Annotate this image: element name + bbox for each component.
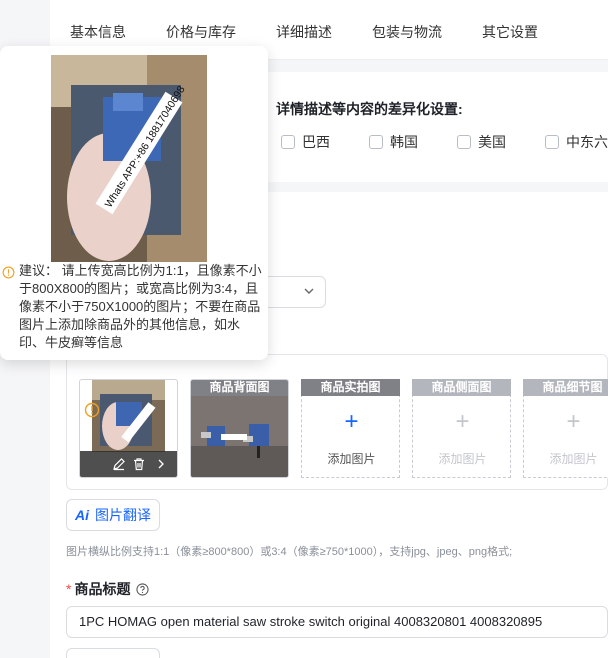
ai-icon: Ai: [75, 507, 89, 523]
tab-basic-info[interactable]: 基本信息: [70, 22, 126, 42]
back-image-thumbnail: [191, 396, 288, 477]
image-format-hint: 图片横纵比例支持1:1（像素≥800*800）或3:4（像素≥750*1000）…: [66, 546, 513, 558]
image-translate-button[interactable]: Ai 图片翻译: [66, 499, 160, 531]
back-image-slot[interactable]: 商品背面图: [190, 379, 289, 478]
differentiation-title: 详情描述等内容的差异化设置:: [276, 101, 463, 117]
preview-image: Whats APP:+86 18817040698: [51, 55, 207, 262]
add-image-label: 添加图片: [327, 452, 376, 466]
tab-other-settings[interactable]: 其它设置: [482, 22, 538, 42]
slot-title: 商品细节图: [523, 379, 608, 396]
region-label: 中东六: [566, 134, 608, 150]
image-preview-popover: Whats APP:+86 18817040698 建议： 请上传宽高比例为1:…: [0, 46, 268, 360]
region-label: 美国: [478, 134, 506, 150]
slot-title: 商品实拍图: [301, 379, 400, 396]
chevron-down-icon: [304, 288, 314, 294]
region-checkbox-korea[interactable]: 韩国: [369, 134, 418, 150]
region-label: 韩国: [390, 134, 418, 150]
plus-icon: +: [455, 408, 470, 435]
region-checkbox-brazil[interactable]: 巴西: [281, 134, 330, 150]
chevron-right-icon[interactable]: [154, 457, 168, 471]
edit-icon[interactable]: [112, 457, 126, 471]
plus-icon: +: [344, 408, 359, 435]
slot-title: 商品背面图: [191, 380, 288, 396]
warning-icon: [2, 266, 15, 279]
checkbox-box[interactable]: [369, 135, 383, 149]
region-checkbox-usa[interactable]: 美国: [457, 134, 506, 150]
tab-detail-description[interactable]: 详细描述: [276, 22, 332, 42]
help-icon[interactable]: [136, 582, 150, 596]
image-toolbar: [80, 451, 177, 477]
add-image-label: 添加图片: [438, 452, 487, 466]
checkbox-box[interactable]: [457, 135, 471, 149]
image-requirement-tip: 建议： 请上传宽高比例为1:1，且像素不小于800X800的图片；或宽高比例为3…: [19, 263, 262, 350]
next-control[interactable]: [66, 648, 160, 658]
main-image-slot[interactable]: [79, 379, 178, 478]
warning-icon: [84, 402, 100, 418]
side-image-slot[interactable]: 商品侧面图 + 添加图片: [412, 379, 511, 478]
detail-image-slot[interactable]: 商品细节图 + 添加图片: [523, 379, 608, 478]
delete-icon[interactable]: [132, 457, 146, 471]
product-title-input[interactable]: 1PC HOMAG open material saw stroke switc…: [66, 606, 608, 638]
image-translate-label: 图片翻译: [95, 507, 151, 523]
slot-title: 商品侧面图: [412, 379, 511, 396]
required-mark: *: [66, 581, 72, 597]
tab-packaging-logistics[interactable]: 包装与物流: [372, 22, 442, 42]
plus-icon: +: [566, 408, 581, 435]
real-photo-slot[interactable]: 商品实拍图 + 添加图片: [301, 379, 400, 478]
tab-price-stock[interactable]: 价格与库存: [166, 22, 236, 42]
checkbox-box[interactable]: [281, 135, 295, 149]
product-title-label: * 商品标题: [66, 579, 150, 599]
product-title-text: 商品标题: [74, 581, 131, 597]
checkbox-box[interactable]: [545, 135, 559, 149]
add-image-label: 添加图片: [549, 452, 598, 466]
main-image-thumbnail: [92, 380, 165, 452]
region-label: 巴西: [302, 134, 330, 150]
region-checkbox-middle-east[interactable]: 中东六: [545, 134, 608, 150]
